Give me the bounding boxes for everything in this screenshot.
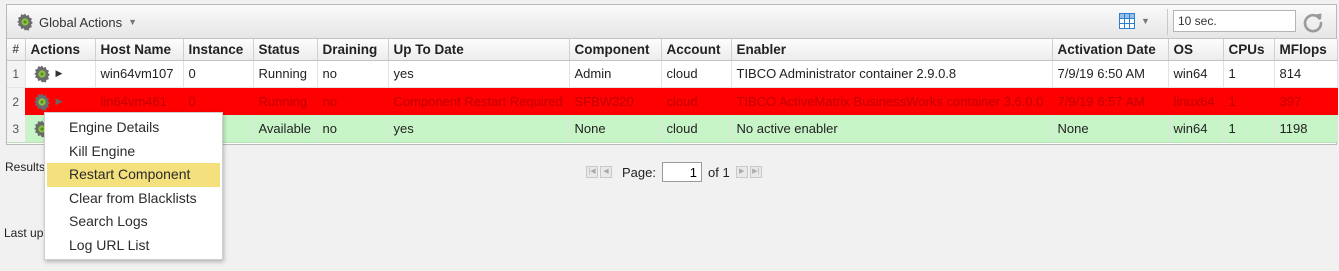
last-updated-label: Last up — [4, 226, 44, 240]
expand-arrow-icon[interactable]: ▶ — [56, 68, 63, 79]
os-cell: win64 — [1168, 115, 1224, 143]
table-row[interactable]: 2 ▶ lin64vm461 0 Running no Component Re… — [7, 87, 1338, 115]
toolbar-divider — [1167, 9, 1168, 35]
mflops-cell: 814 — [1274, 60, 1338, 88]
draining-cell: no — [317, 115, 389, 143]
col-header-status[interactable]: Status — [253, 39, 318, 61]
col-header-up-to-date[interactable]: Up To Date — [388, 39, 570, 61]
table-row[interactable]: 1 ▶ win64vm107 0 Running no yes Admin cl… — [7, 60, 1338, 88]
row-actions-cell[interactable]: ▶ — [25, 87, 96, 115]
activation-date-cell: 7/9/19 6:57 AM — [1052, 87, 1169, 115]
component-cell: SFBW320 — [569, 87, 662, 115]
host-name-cell: win64vm107 — [95, 60, 184, 88]
refresh-icon[interactable] — [1301, 10, 1325, 34]
column-chooser-button[interactable]: ▼ — [1119, 13, 1150, 29]
caret-down-icon: ▼ — [1141, 16, 1150, 26]
toolbar: Global Actions ▼ ▼ — [7, 5, 1336, 39]
col-header-os[interactable]: OS — [1168, 39, 1224, 61]
component-cell: None — [569, 115, 662, 143]
component-cell: Admin — [569, 60, 662, 88]
last-page-icon[interactable]: ▶| — [749, 166, 762, 178]
status-cell: Running — [253, 60, 318, 88]
account-cell: cloud — [661, 87, 732, 115]
row-number: 3 — [7, 115, 26, 143]
account-cell: cloud — [661, 115, 732, 143]
col-header-host-name[interactable]: Host Name — [95, 39, 184, 61]
up-to-date-cell: yes — [388, 60, 570, 88]
up-to-date-cell: Component Restart Required — [388, 87, 570, 115]
first-page-icon[interactable]: |◀ — [586, 166, 598, 178]
menu-item-search-logs[interactable]: Search Logs — [45, 210, 222, 234]
results-label: Results — [5, 160, 46, 174]
os-cell: win64 — [1168, 60, 1224, 88]
instance-cell: 0 — [183, 60, 254, 88]
global-actions-menu[interactable]: Global Actions ▼ — [15, 11, 137, 33]
enabler-cell: TIBCO Administrator container 2.9.0.8 — [731, 60, 1053, 88]
host-name-cell: lin64vm461 — [95, 87, 184, 115]
activation-date-cell: None — [1052, 115, 1169, 143]
activation-date-cell: 7/9/19 6:50 AM — [1052, 60, 1169, 88]
page-number-input[interactable] — [661, 162, 702, 182]
menu-item-restart-component[interactable]: Restart Component — [47, 163, 220, 187]
page-label: Page: — [622, 164, 656, 180]
cpus-cell: 1 — [1223, 115, 1275, 143]
next-page-icon[interactable]: ▶ — [735, 166, 748, 178]
menu-item-log-url-list[interactable]: Log URL List — [45, 234, 222, 258]
os-cell: linux64 — [1168, 87, 1224, 115]
up-to-date-cell: yes — [388, 115, 570, 143]
gear-icon[interactable] — [32, 64, 52, 84]
col-header-number: # — [7, 39, 26, 61]
global-actions-label: Global Actions — [39, 14, 123, 30]
menu-item-kill-engine[interactable]: Kill Engine — [45, 140, 222, 164]
gear-icon[interactable] — [32, 92, 52, 112]
page-count-label: of 1 — [707, 164, 730, 180]
row-actions-cell[interactable]: ▶ — [25, 60, 96, 88]
col-header-instance[interactable]: Instance — [183, 39, 254, 61]
mflops-cell: 1198 — [1274, 115, 1338, 143]
status-cell: Running — [253, 87, 318, 115]
col-header-cpus[interactable]: CPUs — [1223, 39, 1275, 61]
col-header-activation-date[interactable]: Activation Date — [1052, 39, 1169, 61]
enabler-cell: TIBCO ActiveMatrix BusinessWorks contain… — [731, 87, 1053, 115]
row-context-menu: Engine Details Kill Engine Restart Compo… — [44, 112, 223, 260]
col-header-mflops[interactable]: MFlops — [1274, 39, 1338, 61]
prev-page-icon[interactable]: ◀ — [600, 166, 612, 178]
cpus-cell: 1 — [1223, 87, 1275, 115]
draining-cell: no — [317, 87, 389, 115]
draining-cell: no — [317, 60, 389, 88]
col-header-actions: Actions — [25, 39, 96, 61]
status-cell: Available — [253, 115, 318, 143]
menu-item-engine-details[interactable]: Engine Details — [45, 116, 222, 140]
account-cell: cloud — [661, 60, 732, 88]
mflops-cell: 397 — [1274, 87, 1338, 115]
grid-icon — [1119, 13, 1135, 29]
col-header-account[interactable]: Account — [661, 39, 732, 61]
gear-icon — [15, 12, 35, 32]
instance-cell: 0 — [183, 87, 254, 115]
menu-item-clear-blacklists[interactable]: Clear from Blacklists — [45, 187, 222, 211]
col-header-component[interactable]: Component — [569, 39, 662, 61]
col-header-draining[interactable]: Draining — [317, 39, 389, 61]
row-number: 1 — [7, 60, 26, 88]
caret-down-icon: ▼ — [128, 17, 138, 27]
table-header-row: # Actions Host Name Instance Status Drai… — [7, 39, 1338, 61]
col-header-enabler[interactable]: Enabler — [731, 39, 1053, 61]
cpus-cell: 1 — [1223, 60, 1275, 88]
expand-arrow-icon[interactable]: ▶ — [56, 96, 63, 107]
refresh-interval-input[interactable] — [1173, 10, 1296, 32]
pagination: |◀ ◀ Page: of 1 ▶ ▶| — [586, 162, 762, 182]
row-number: 2 — [7, 87, 26, 115]
enabler-cell: No active enabler — [731, 115, 1053, 143]
